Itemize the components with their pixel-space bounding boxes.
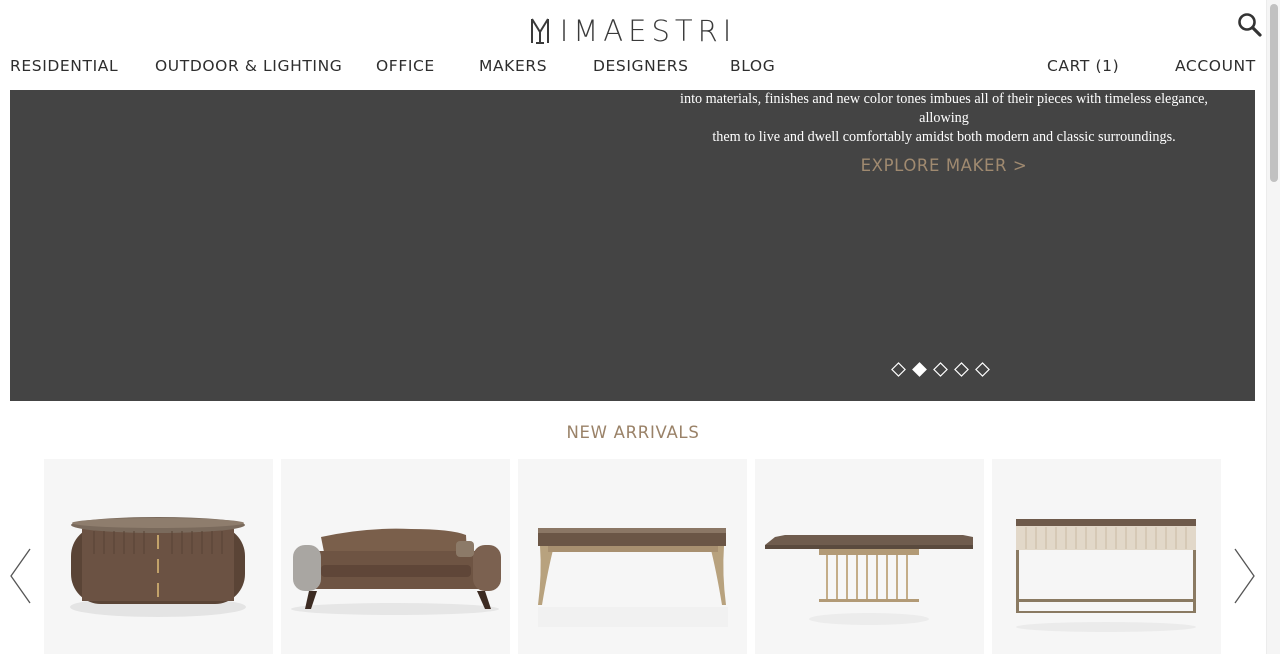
marble-table-brass-image <box>765 535 973 625</box>
leather-sofa-image <box>291 528 501 615</box>
scrollbar-thumb[interactable] <box>1270 4 1278 182</box>
nav-makers[interactable]: MAKERS <box>479 57 547 75</box>
hero-text-line-1: into materials, finishes and new color t… <box>680 91 1208 126</box>
page-scrollbar[interactable] <box>1266 0 1280 654</box>
logo-text: IMAESTRI <box>559 14 737 48</box>
product-card-oval-cabinet[interactable] <box>44 459 273 654</box>
hero-description: into materials, finishes and new color t… <box>658 90 1230 147</box>
slider-dots <box>891 362 990 378</box>
product-card-console-table[interactable] <box>992 459 1221 654</box>
new-arrivals-title: NEW ARRIVALS <box>566 423 700 442</box>
slider-dot-5[interactable] <box>975 362 990 377</box>
slider-dot-4[interactable] <box>954 362 969 377</box>
product-card-marble-table-brass[interactable] <box>755 459 984 654</box>
nav-residential[interactable]: RESIDENTIAL <box>10 57 118 75</box>
product-card-leather-sofa[interactable] <box>281 459 510 654</box>
main-nav: RESIDENTIAL OUTDOOR & LIGHTING OFFICE MA… <box>10 57 1256 77</box>
account-link[interactable]: ACCOUNT <box>1175 57 1256 75</box>
cart-link[interactable]: CART (1) <box>1047 57 1119 75</box>
nav-designers[interactable]: DESIGNERS <box>593 57 689 75</box>
nav-blog[interactable]: BLOG <box>730 57 775 75</box>
nav-office[interactable]: OFFICE <box>376 57 435 75</box>
search-icon[interactable] <box>1237 12 1263 38</box>
console-table-image <box>1016 519 1196 632</box>
slider-dot-1[interactable] <box>891 362 906 377</box>
oval-cabinet-image <box>70 517 246 617</box>
product-card-marble-dining-table[interactable] <box>518 459 747 654</box>
chevron-left-icon[interactable] <box>9 546 33 606</box>
explore-maker-link[interactable]: EXPLORE MAKER > <box>658 156 1230 175</box>
slider-dot-2[interactable] <box>912 362 927 377</box>
chevron-right-icon[interactable] <box>1232 546 1256 606</box>
slider-dot-3[interactable] <box>933 362 948 377</box>
hero-text-line-2: them to live and dwell comfortably amids… <box>712 129 1176 145</box>
nav-outdoor-lighting[interactable]: OUTDOOR & LIGHTING <box>155 57 342 75</box>
maestri-monogram-icon <box>530 18 549 44</box>
marble-dining-table-image <box>538 528 728 627</box>
hero-banner: into materials, finishes and new color t… <box>10 90 1255 401</box>
site-logo[interactable]: IMAESTRI <box>0 14 1266 48</box>
